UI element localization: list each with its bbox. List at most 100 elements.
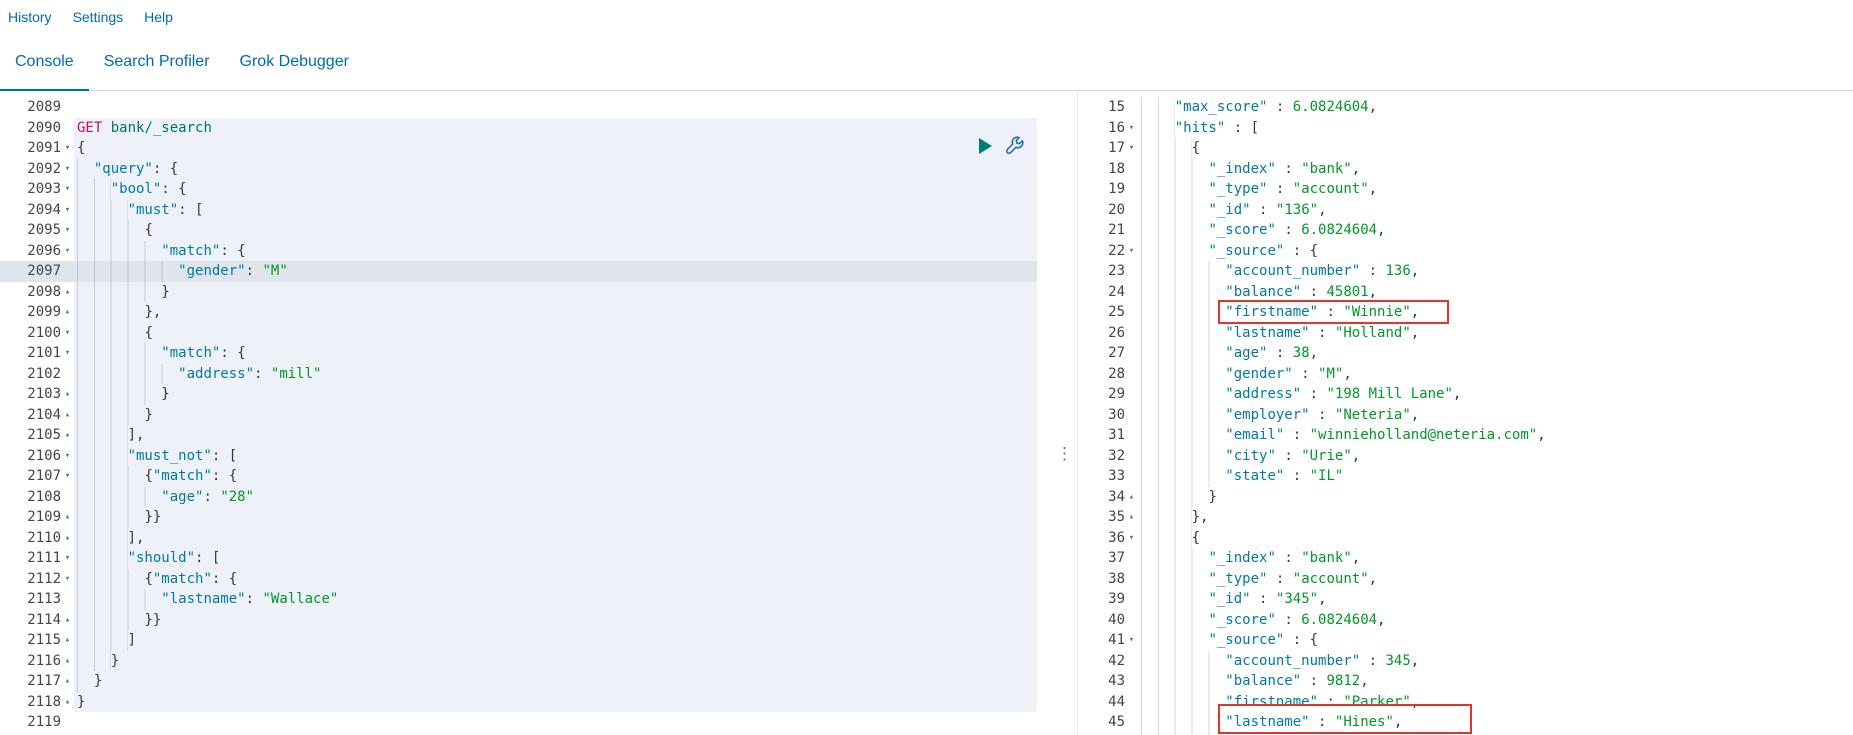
tab-console[interactable]: Console [0, 34, 89, 91]
line-content[interactable]: "age" : 38, [1138, 343, 1853, 364]
fold-close-icon[interactable]: ▴ [61, 610, 74, 631]
fold-open-icon[interactable]: ▾ [1125, 241, 1138, 262]
fold-open-icon[interactable]: ▾ [1125, 118, 1138, 139]
fold-close-icon[interactable]: ▴ [61, 384, 74, 405]
fold-open-icon[interactable]: ▾ [61, 220, 74, 241]
fold-close-icon[interactable]: ▴ [61, 692, 74, 713]
fold-open-icon[interactable]: ▾ [1125, 138, 1138, 159]
line-content[interactable]: "address": "mill" [74, 363, 1050, 384]
line-content[interactable]: "lastname" : "Holland", [1138, 322, 1853, 343]
fold-open-icon[interactable]: ▾ [61, 179, 74, 200]
line-content[interactable]: { [1138, 527, 1853, 548]
line-content[interactable]: "_source" : { [1138, 240, 1853, 261]
line-content[interactable]: "_index" : "bank", [1138, 158, 1853, 179]
fold-close-icon[interactable]: ▴ [61, 630, 74, 651]
line-content[interactable]: }} [74, 507, 1050, 528]
line-content[interactable]: } [74, 650, 1050, 671]
line-content[interactable]: "_score" : 6.0824604, [1138, 609, 1853, 630]
line-content[interactable]: { [74, 220, 1050, 241]
line-content[interactable]: "account_number" : 136, [1138, 261, 1853, 282]
fold-open-icon[interactable]: ▾ [61, 446, 74, 467]
tab-grok-debugger[interactable]: Grok Debugger [225, 34, 364, 90]
fold-close-icon[interactable]: ▴ [61, 425, 74, 446]
line-content[interactable]: "_index" : "bank", [1138, 548, 1853, 569]
line-content[interactable]: "must_not": [ [74, 445, 1050, 466]
fold-close-icon[interactable]: ▴ [61, 651, 74, 672]
line-content[interactable]: { [1138, 138, 1853, 159]
fold-open-icon[interactable]: ▾ [61, 200, 74, 221]
fold-close-icon[interactable]: ▴ [61, 671, 74, 692]
line-content[interactable]: {"match": { [74, 568, 1050, 589]
line-content[interactable]: { [74, 138, 1050, 159]
line-content[interactable]: ], [74, 425, 1050, 446]
line-content[interactable]: } [74, 281, 1050, 302]
fold-open-icon[interactable]: ▾ [1125, 528, 1138, 549]
line-content[interactable]: } [74, 404, 1050, 425]
menu-item-help[interactable]: Help [144, 9, 173, 25]
line-content[interactable]: "gender" : "M", [1138, 363, 1853, 384]
response-editor[interactable]: 15 "max_score" : 6.0824604, 16 ▾ "hits" : … [1077, 92, 1853, 735]
line-content[interactable]: } [74, 692, 1050, 713]
line-content[interactable] [74, 712, 1050, 733]
line-content[interactable]: }, [74, 302, 1050, 323]
line-content[interactable]: "_id" : "136", [1138, 199, 1853, 220]
line-content[interactable]: "bool": { [74, 179, 1050, 200]
fold-open-icon[interactable]: ▾ [61, 569, 74, 590]
line-content[interactable]: "should": [ [74, 548, 1050, 569]
line-content[interactable]: } [74, 384, 1050, 405]
request-editor[interactable]: 2089 2090 GET bank/_search 2091 ▾{2092 ▾ "que… [0, 92, 1050, 735]
line-content[interactable]: "query": { [74, 158, 1050, 179]
line-content[interactable]: "_source" : { [1138, 630, 1853, 651]
pane-resizer[interactable]: ⋮ [1049, 92, 1077, 735]
line-content[interactable]: "account_number" : 345, [1138, 650, 1853, 671]
line-content[interactable]: "must": [ [74, 199, 1050, 220]
line-content[interactable]: } [74, 671, 1050, 692]
fold-close-icon[interactable]: ▴ [61, 282, 74, 303]
fold-close-icon[interactable]: ▴ [61, 405, 74, 426]
line-content[interactable]: }, [1138, 507, 1853, 528]
line-content[interactable]: } [1138, 486, 1853, 507]
fold-open-icon[interactable]: ▾ [61, 241, 74, 262]
fold-open-icon[interactable]: ▾ [61, 323, 74, 344]
line-content[interactable]: "balance" : 9812, [1138, 671, 1853, 692]
tab-search-profiler[interactable]: Search Profiler [89, 34, 225, 90]
fold-open-icon[interactable]: ▾ [61, 466, 74, 487]
line-content[interactable]: ], [74, 527, 1050, 548]
line-content[interactable]: "_score" : 6.0824604, [1138, 220, 1853, 241]
line-content[interactable]: "employer" : "Neteria", [1138, 404, 1853, 425]
fold-open-icon[interactable]: ▾ [61, 138, 74, 159]
fold-open-icon[interactable]: ▾ [1125, 630, 1138, 651]
line-content[interactable]: {"match": { [74, 466, 1050, 487]
send-request-play-icon[interactable] [978, 137, 993, 159]
menu-item-history[interactable]: History [8, 9, 52, 25]
line-content[interactable]: "_id" : "345", [1138, 589, 1853, 610]
fold-close-icon[interactable]: ▴ [1125, 487, 1138, 508]
line-content[interactable]: "gender": "M" [74, 261, 1050, 282]
line-content[interactable]: ] [74, 630, 1050, 651]
fold-open-icon[interactable]: ▾ [61, 343, 74, 364]
fold-open-icon[interactable]: ▾ [61, 159, 74, 180]
line-content[interactable]: { [74, 322, 1050, 343]
line-content[interactable]: "lastname": "Wallace" [74, 589, 1050, 610]
line-content[interactable]: "email" : "winnieholland@neteria.com", [1138, 425, 1853, 446]
line-content[interactable]: "_type" : "account", [1138, 568, 1853, 589]
line-content[interactable] [74, 97, 1050, 118]
fold-close-icon[interactable]: ▴ [61, 302, 74, 323]
line-content[interactable]: "hits" : [ [1138, 117, 1853, 138]
fold-close-icon[interactable]: ▴ [1125, 507, 1138, 528]
line-content[interactable]: "address" : "198 Mill Lane", [1138, 384, 1853, 405]
line-content[interactable]: GET bank/_search [74, 118, 1050, 139]
fold-close-icon[interactable]: ▴ [61, 507, 74, 528]
line-content[interactable]: "city" : "Urie", [1138, 445, 1853, 466]
line-content[interactable]: "match": { [74, 343, 1050, 364]
line-content[interactable]: }} [74, 609, 1050, 630]
line-content[interactable]: "balance" : 45801, [1138, 281, 1853, 302]
line-content[interactable]: "age": "28" [74, 486, 1050, 507]
line-content[interactable]: "match": { [74, 240, 1050, 261]
line-content[interactable]: "state" : "IL" [1138, 466, 1853, 487]
line-content[interactable]: "max_score" : 6.0824604, [1138, 97, 1853, 118]
request-options-wrench-icon[interactable] [1005, 136, 1024, 160]
line-content[interactable]: "_type" : "account", [1138, 179, 1853, 200]
fold-close-icon[interactable]: ▴ [61, 528, 74, 549]
menu-item-settings[interactable]: Settings [73, 9, 124, 25]
